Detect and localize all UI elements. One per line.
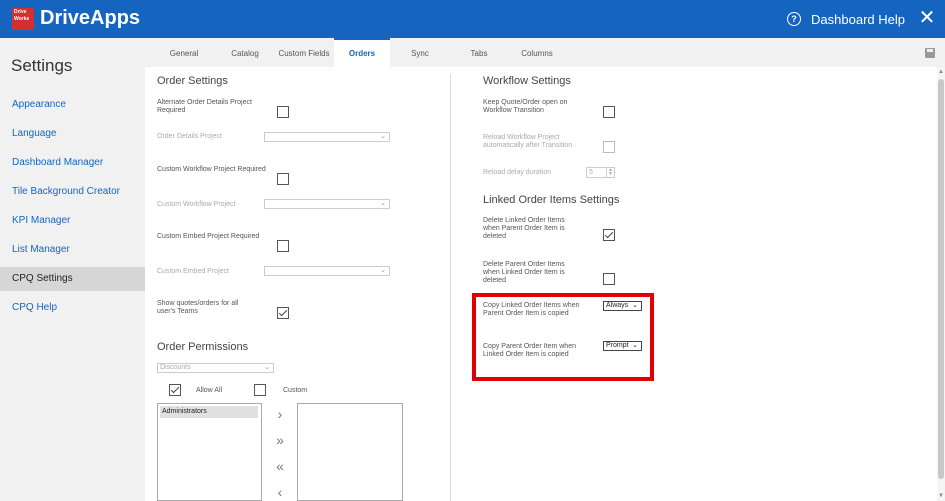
permission-type-select[interactable]: Discounts ⌄ [157,363,274,373]
custom-workflow-label: Custom Workflow Project Required [157,166,266,173]
stepper-arrows-icon[interactable]: ▲ ▼ [606,168,614,177]
help-circle-icon: ? [787,12,802,26]
permission-type-value: Discounts [160,364,191,371]
brand-name: DriveApps [40,7,141,29]
dashboard-help-label: Dashboard Help [811,11,905,27]
order-details-project-select[interactable]: ⌄ [264,132,390,142]
chevron-down-icon: ⌄ [380,133,386,140]
custom-checkbox[interactable] [254,384,266,396]
custom-embed-project-select[interactable]: ⌄ [264,266,390,276]
settings-sidebar: Settings Appearance Language Dashboard M… [0,38,145,501]
delete-parent-label: Delete Parent Order Items when Linked Or… [483,261,565,284]
column-divider [450,74,451,501]
reload-workflow-checkbox[interactable] [603,141,615,153]
close-icon[interactable]: ✕ [917,6,937,30]
delete-parent-checkbox[interactable] [603,273,615,285]
sidebar-item-tile-background-creator[interactable]: Tile Background Creator [0,180,145,204]
chevron-down-icon: ⌄ [380,200,386,207]
alt-order-details-checkbox[interactable] [277,106,289,118]
allow-all-label: Allow All [196,387,223,394]
highlight-box [472,293,654,381]
move-all-left-button[interactable]: « [271,458,289,474]
save-icon[interactable] [925,48,935,58]
show-teams-checkbox[interactable] [277,307,289,319]
tab-orders[interactable]: Orders [334,38,390,67]
chevron-down-icon: ⌄ [264,364,270,371]
custom-embed-label: Custom Embed Project Required [157,233,260,240]
sidebar-item-appearance[interactable]: Appearance [0,93,145,117]
delete-linked-label: Delete Linked Order Items when Parent Or… [483,217,565,240]
reload-delay-stepper[interactable]: 5 ▲ ▼ [586,167,615,178]
scroll-down-icon[interactable]: ▼ [937,493,945,499]
move-all-right-button[interactable]: » [271,432,289,448]
delete-linked-checkbox[interactable] [603,229,615,241]
move-right-button[interactable]: › [271,406,289,422]
custom-workflow-checkbox[interactable] [277,173,289,185]
sidebar-item-kpi-manager[interactable]: KPI Manager [0,209,145,233]
content-scrollbar[interactable]: ▲ ▼ [937,67,945,501]
sidebar-item-language[interactable]: Language [0,122,145,146]
driveworks-logo: Drive Works [12,8,34,30]
settings-tabs: General Catalog Custom Fields Orders Syn… [145,38,945,67]
custom-label: Custom [283,387,308,394]
sidebar-item-cpq-help[interactable]: CPQ Help [0,296,145,320]
keep-open-label: Keep Quote/Order open on Workflow Transi… [483,99,568,114]
tab-general[interactable]: General [158,38,210,67]
reload-delay-value: 5 [589,169,593,176]
available-teams-list[interactable]: Administrators [157,403,262,501]
scroll-up-icon[interactable]: ▲ [937,69,945,75]
move-left-button[interactable]: ‹ [271,484,289,500]
dashboard-help-button[interactable]: ? Dashboard Help [787,10,905,28]
tab-custom-fields[interactable]: Custom Fields [275,38,333,67]
reload-workflow-label: Reload Workflow Project automatically af… [483,134,573,149]
sidebar-item-dashboard-manager[interactable]: Dashboard Manager [0,151,145,175]
top-bar: Drive Works DriveApps ? Dashboard Help ✕ [0,0,945,38]
order-permissions-heading: Order Permissions [157,341,249,353]
selected-teams-list[interactable] [297,403,403,501]
linked-items-heading: Linked Order Items Settings [483,194,620,206]
tab-sync[interactable]: Sync [400,38,440,67]
sidebar-item-cpq-settings[interactable]: CPQ Settings [0,267,145,291]
sidebar-item-list-manager[interactable]: List Manager [0,238,145,262]
reload-delay-label: Reload delay duration [483,169,552,176]
tab-catalog[interactable]: Catalog [220,38,270,67]
custom-workflow-project-label: Custom Workflow Project [157,201,236,208]
keep-open-checkbox[interactable] [603,106,615,118]
tab-tabs[interactable]: Tabs [461,38,497,67]
chevron-down-icon: ⌄ [380,267,386,274]
order-settings-heading: Order Settings [157,75,228,87]
custom-embed-checkbox[interactable] [277,240,289,252]
tab-columns[interactable]: Columns [513,38,561,67]
scroll-thumb[interactable] [938,79,944,479]
list-item[interactable]: Administrators [160,406,258,418]
sidebar-title: Settings [11,56,73,75]
show-teams-label: Show quotes/orders for all user's Teams [157,300,239,315]
workflow-settings-heading: Workflow Settings [483,75,571,87]
order-details-project-label: Order Details Project [157,133,222,140]
custom-workflow-project-select[interactable]: ⌄ [264,199,390,209]
alt-order-details-label: Alternate Order Details Project Required [157,99,252,114]
custom-embed-project-label: Custom Embed Project [157,268,229,275]
allow-all-checkbox[interactable] [169,384,181,396]
